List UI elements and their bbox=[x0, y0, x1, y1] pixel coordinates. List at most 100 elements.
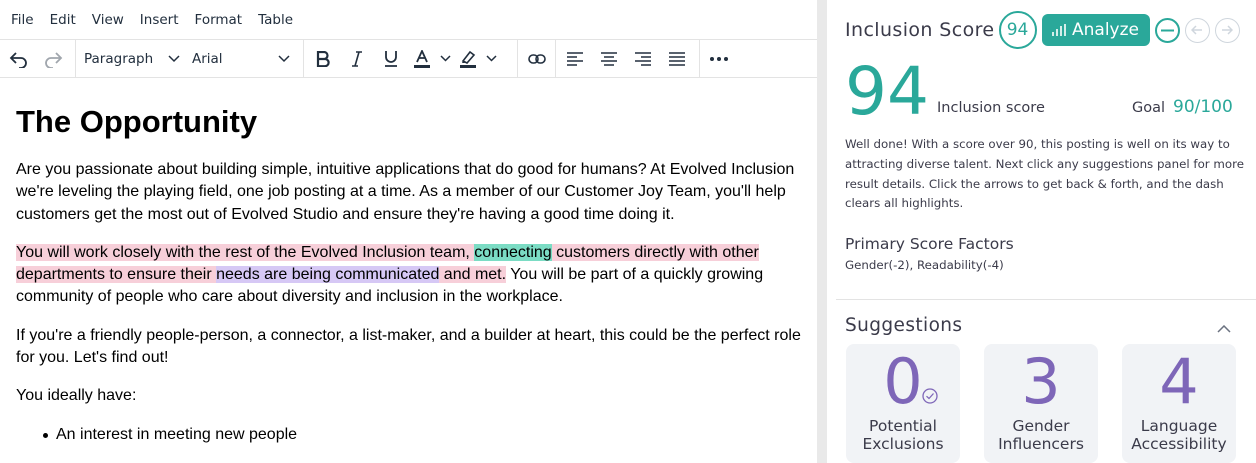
highlight-lavender[interactable]: needs are being communicated bbox=[216, 266, 440, 284]
card-label-line1: Gender bbox=[1012, 417, 1070, 435]
primary-factors-list: Gender(-2), Readability(-4) bbox=[845, 258, 1004, 272]
more-icon bbox=[710, 56, 728, 61]
panel-header: Inclusion Score 94 Analyze bbox=[845, 10, 1240, 50]
clear-highlights-button[interactable] bbox=[1154, 17, 1180, 43]
link-button[interactable] bbox=[520, 44, 553, 74]
underline-button[interactable] bbox=[374, 44, 408, 74]
redo-button[interactable] bbox=[36, 44, 70, 74]
inclusion-panel: Inclusion Score 94 Analyze 94 Inclusion … bbox=[827, 0, 1256, 463]
undo-button[interactable] bbox=[2, 44, 36, 74]
text-color-icon bbox=[414, 49, 430, 68]
goal-value: 90/100 bbox=[1173, 97, 1233, 117]
menu-file[interactable]: File bbox=[3, 12, 42, 28]
chevron-down-icon bbox=[485, 55, 497, 62]
highlight-color-picker[interactable] bbox=[454, 44, 500, 74]
analyze-button[interactable]: Analyze bbox=[1041, 14, 1150, 46]
chevron-down-icon bbox=[439, 55, 451, 62]
editor-content[interactable]: The Opportunity Are you passionate about… bbox=[0, 104, 817, 446]
block-format-select[interactable]: Paragraph bbox=[78, 44, 186, 74]
align-right-button[interactable] bbox=[626, 44, 660, 74]
text-color-picker[interactable] bbox=[408, 44, 454, 74]
link-icon bbox=[527, 53, 546, 64]
card-count: 0 bbox=[883, 345, 923, 418]
score-description: Well done! With a score over 90, this po… bbox=[845, 137, 1244, 211]
goal-label: Goal bbox=[1132, 100, 1166, 116]
align-center-button[interactable] bbox=[592, 44, 626, 74]
justify-button[interactable] bbox=[660, 44, 694, 74]
italic-button[interactable] bbox=[340, 44, 374, 74]
card-label: Potential Exclusions bbox=[846, 417, 960, 453]
list-item: An interest in meeting new people bbox=[43, 424, 801, 446]
highlight-pink[interactable]: and met. bbox=[439, 266, 507, 284]
align-center-icon bbox=[601, 51, 617, 66]
highlight-dropdown[interactable] bbox=[482, 44, 500, 74]
menu-insert[interactable]: Insert bbox=[132, 12, 187, 28]
card-gender-influencers[interactable]: 3 Gender Influencers bbox=[984, 344, 1098, 463]
redo-icon bbox=[45, 51, 63, 68]
previous-button[interactable] bbox=[1184, 17, 1210, 43]
suggestions-collapse-button[interactable] bbox=[1217, 318, 1231, 337]
underline-icon bbox=[385, 51, 397, 67]
italic-icon bbox=[352, 50, 362, 67]
bar-chart-icon bbox=[1052, 24, 1066, 36]
check-circle-icon bbox=[922, 388, 938, 404]
card-potential-exclusions[interactable]: 0 Potential Exclusions bbox=[846, 344, 960, 463]
score-badge-value: 94 bbox=[1006, 20, 1029, 40]
highlight-button[interactable] bbox=[454, 44, 482, 74]
align-justify-icon bbox=[669, 51, 685, 66]
analyze-label: Analyze bbox=[1072, 20, 1140, 40]
chevron-down-icon bbox=[278, 54, 290, 62]
next-button[interactable] bbox=[1214, 17, 1240, 43]
text-color-button[interactable] bbox=[408, 44, 436, 74]
highlighter-icon bbox=[460, 50, 476, 68]
menu-table[interactable]: Table bbox=[250, 12, 301, 28]
menu-format[interactable]: Format bbox=[187, 12, 251, 28]
arrow-right-icon bbox=[1222, 25, 1234, 35]
paragraph-highlighted: You will work closely with the rest of t… bbox=[16, 242, 801, 309]
card-label: Gender Influencers bbox=[984, 417, 1098, 453]
bold-button[interactable] bbox=[306, 44, 340, 74]
menu-view[interactable]: View bbox=[84, 12, 132, 28]
editor: File Edit View Insert Format Table Parag… bbox=[0, 0, 817, 463]
text-style-group bbox=[304, 40, 518, 77]
suggestion-cards: 0 Potential Exclusions 3 Gender Influenc… bbox=[846, 344, 1236, 463]
arrow-left-icon bbox=[1191, 25, 1203, 35]
document-heading: The Opportunity bbox=[16, 104, 258, 139]
align-left-icon bbox=[567, 51, 583, 66]
align-right-icon bbox=[635, 51, 651, 66]
alignment-group bbox=[556, 40, 700, 77]
dash-icon bbox=[1160, 29, 1174, 31]
menubar: File Edit View Insert Format Table bbox=[0, 0, 817, 39]
more-button[interactable] bbox=[702, 44, 736, 74]
menu-edit[interactable]: Edit bbox=[42, 12, 84, 28]
undo-icon bbox=[9, 51, 27, 68]
text-color-dropdown[interactable] bbox=[436, 44, 454, 74]
more-group bbox=[700, 40, 744, 77]
primary-factors-title: Primary Score Factors bbox=[845, 235, 1014, 253]
card-language-accessibility[interactable]: 4 Language Accessibility bbox=[1122, 344, 1236, 463]
align-left-button[interactable] bbox=[558, 44, 592, 74]
card-label-line1: Language bbox=[1140, 417, 1218, 435]
link-group bbox=[518, 40, 556, 77]
paragraph-ideally: You ideally have: bbox=[16, 387, 137, 405]
chevron-up-icon bbox=[1217, 324, 1231, 333]
history-group bbox=[0, 40, 76, 77]
card-label-line1: Potential bbox=[869, 417, 937, 435]
font-family-select[interactable]: Arial bbox=[186, 44, 296, 74]
card-label-line2: Accessibility bbox=[1131, 435, 1227, 453]
bold-icon bbox=[316, 50, 330, 67]
block-format-value: Paragraph bbox=[84, 50, 154, 67]
toolbar: Paragraph Arial bbox=[0, 39, 817, 78]
highlight-pink[interactable]: You will work closely with the rest of t… bbox=[16, 243, 475, 261]
paragraph-role: If you're a friendly people-person, a co… bbox=[16, 326, 801, 367]
font-family-value: Arial bbox=[192, 50, 223, 67]
panel-divider[interactable] bbox=[817, 0, 827, 463]
chevron-down-icon bbox=[168, 54, 180, 62]
score-badge: 94 bbox=[998, 11, 1037, 49]
highlight-teal[interactable]: connecting bbox=[474, 243, 552, 261]
inclusion-score-value: 94 bbox=[845, 53, 929, 130]
section-divider bbox=[836, 299, 1256, 300]
paragraph-intro: Are you passionate about building simple… bbox=[16, 161, 795, 223]
card-label: Language Accessibility bbox=[1122, 417, 1236, 453]
inclusion-score-label: Inclusion score bbox=[937, 100, 1045, 116]
